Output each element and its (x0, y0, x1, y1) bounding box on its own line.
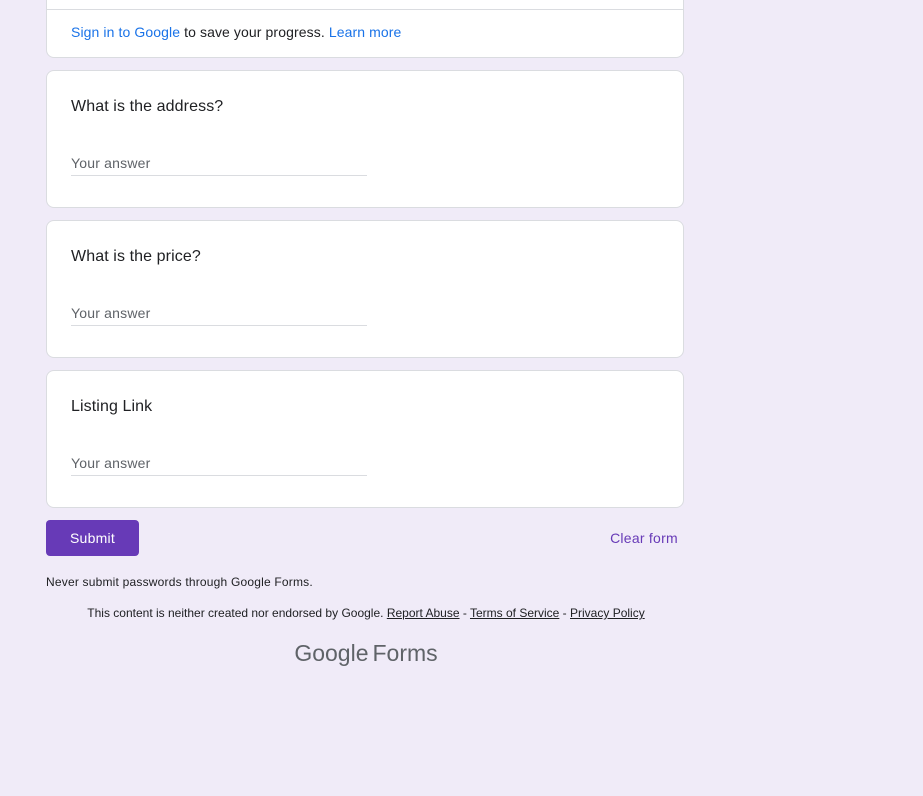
price-answer-input[interactable] (71, 301, 367, 326)
question-card-price: What is the price? (46, 220, 684, 358)
question-title: Listing Link (71, 398, 153, 415)
logo-forms-word: Forms (372, 640, 438, 666)
logo-google-word: Google (294, 640, 369, 666)
submit-button[interactable]: Submit (46, 520, 139, 556)
disclaimer: This content is neither created nor endo… (46, 606, 686, 620)
report-abuse-link[interactable]: Report Abuse (387, 606, 460, 620)
clear-form-button[interactable]: Clear form (602, 520, 686, 556)
divider (47, 9, 683, 10)
terms-of-service-link[interactable]: Terms of Service (470, 606, 559, 620)
disclaimer-text: This content is neither created nor endo… (87, 606, 387, 620)
question-card-listing-link: Listing Link (46, 370, 684, 508)
separator: - (559, 606, 571, 620)
address-answer-input[interactable] (71, 151, 367, 176)
signin-notice: Sign in to Google to save your progress.… (71, 24, 401, 40)
sign-in-link[interactable]: Sign in to Google (71, 24, 180, 40)
google-forms-logo[interactable]: Google Forms (46, 640, 686, 667)
signin-text: to save your progress. (180, 24, 329, 40)
password-warning: Never submit passwords through Google Fo… (46, 575, 313, 589)
privacy-policy-link[interactable]: Privacy Policy (570, 606, 645, 620)
listing-link-answer-input[interactable] (71, 451, 367, 476)
question-title: What is the address? (71, 98, 224, 115)
question-card-address: What is the address? (46, 70, 684, 208)
signin-card: Sign in to Google to save your progress.… (46, 0, 684, 58)
separator: - (459, 606, 470, 620)
learn-more-link[interactable]: Learn more (329, 24, 402, 40)
question-title: What is the price? (71, 248, 201, 265)
